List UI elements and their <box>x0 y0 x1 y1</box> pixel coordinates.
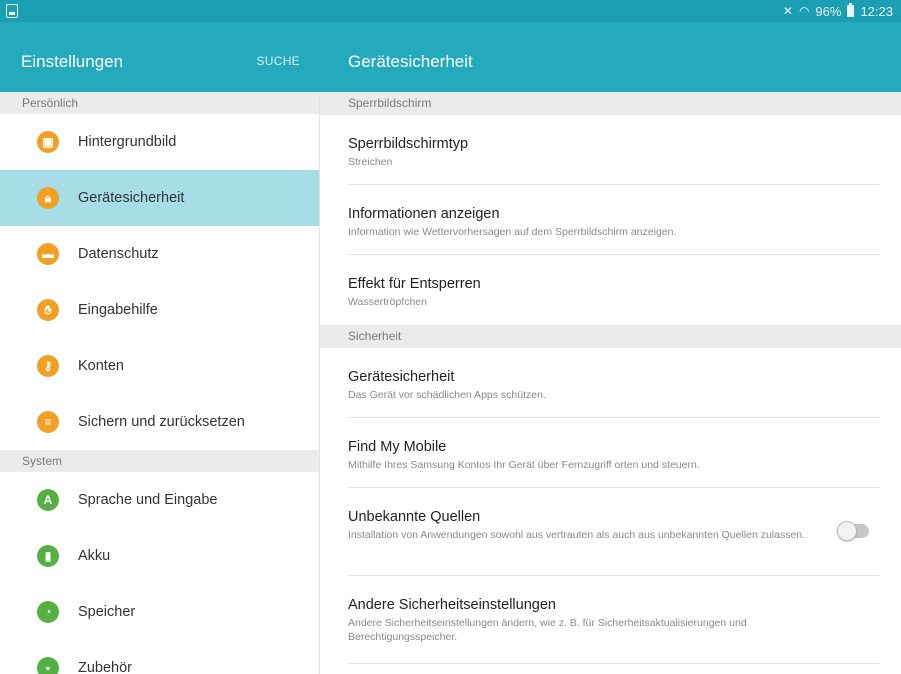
storage-icon: ◔ <box>37 601 59 623</box>
privacy-icon: ▬ <box>37 243 59 265</box>
battery-icon: ▮ <box>37 545 59 567</box>
clock: 12:23 <box>860 3 893 19</box>
setting-subtitle: Information wie Wettervorhersagen auf de… <box>348 226 677 238</box>
setting-subtitle: Mithilfe Ihres Samsung Kontos Ihr Gerät … <box>348 459 700 471</box>
sidebar-item-battery[interactable]: ▮ Akku <box>0 528 319 584</box>
backup-icon: ≡ <box>37 411 59 433</box>
sidebar-item-accessories[interactable]: ▪ Zubehör <box>0 640 319 674</box>
sidebar-item-label: Eingabehilfe <box>78 302 158 318</box>
sidebar-item-label: Speicher <box>78 604 136 620</box>
setting-device-security[interactable]: Gerätesicherheit Das Gerät vor schädlich… <box>348 348 879 418</box>
setting-subtitle: Streichen <box>348 156 393 168</box>
setting-title: Find My Mobile <box>348 439 447 455</box>
accessory-icon: ▪ <box>37 657 59 674</box>
sidebar-item-accounts[interactable]: ⚷ Konten <box>0 338 319 394</box>
sidebar-item-wallpaper[interactable]: ▣ Hintergrundbild <box>0 114 319 170</box>
sidebar-item-storage[interactable]: ◔ Speicher <box>0 584 319 640</box>
toggle-knob <box>837 521 857 541</box>
setting-title: Andere Sicherheitseinstellungen <box>348 597 556 613</box>
sidebar-item-backup-reset[interactable]: ≡ Sichern und zurücksetzen <box>0 394 319 450</box>
setting-title: Effekt für Entsperren <box>348 276 481 292</box>
sidebar-item-privacy[interactable]: ▬ Datenschutz <box>0 226 319 282</box>
sidebar-item-label: Sprache und Eingabe <box>78 492 218 508</box>
setting-find-my-mobile[interactable]: Find My Mobile Mithilfe Ihres Samsung Ko… <box>348 418 879 488</box>
page-title: Gerätesicherheit <box>348 52 473 71</box>
detail-header: Gerätesicherheit <box>320 22 901 92</box>
detail-panel: Sperrbildschirm Sperrbildschirmtyp Strei… <box>320 92 901 674</box>
setting-show-info[interactable]: Informationen anzeigen Information wie W… <box>348 185 879 255</box>
sidebar: Persönlich ▣ Hintergrundbild 🔒︎ Gerätesi… <box>0 92 320 674</box>
battery-percent: 96% <box>815 3 842 19</box>
setting-subtitle: Andere Sicherheitseinstellungen ändern, … <box>348 617 747 643</box>
app-title: Einstellungen <box>21 52 124 71</box>
sidebar-item-label: Sichern und zurücksetzen <box>78 414 245 430</box>
setting-unlock-effect[interactable]: Effekt für Entsperren Wassertröpfchen <box>348 255 879 325</box>
setting-subtitle: Wassertröpfchen <box>348 296 427 308</box>
section-lockscreen: Sperrbildschirm <box>320 92 901 115</box>
setting-title: Unbekannte Quellen <box>348 509 481 525</box>
key-icon: ⚷ <box>37 355 59 377</box>
setting-other-security[interactable]: Andere Sicherheitseinstellungen Andere S… <box>348 576 879 664</box>
setting-unknown-sources[interactable]: Unbekannte Quellen Installation von Anwe… <box>348 488 879 576</box>
status-bar: ✕ ◠ 96% 12:23 <box>0 0 901 22</box>
sidebar-item-language-input[interactable]: A Sprache und Eingabe <box>0 472 319 528</box>
setting-title: Informationen anzeigen <box>348 206 500 222</box>
battery-icon <box>847 3 855 17</box>
setting-lockscreen-type[interactable]: Sperrbildschirmtyp Streichen <box>348 115 879 185</box>
lock-icon: 🔒︎ <box>37 187 59 209</box>
search-button[interactable]: SUCHE <box>256 54 300 68</box>
sidebar-item-accessibility[interactable]: ✋︎ Eingabehilfe <box>0 282 319 338</box>
screenshot-icon <box>6 4 18 18</box>
setting-subtitle: Installation von Anwendungen sowohl aus … <box>348 529 806 541</box>
status-icons: ✕ ◠ 96% 12:23 <box>783 3 893 19</box>
sidebar-item-label: Zubehör <box>78 660 133 674</box>
wifi-icon: ◠ <box>798 4 810 18</box>
sidebar-item-label: Hintergrundbild <box>78 134 177 150</box>
setting-subtitle: Das Gerät vor schädlichen Apps schützen. <box>348 389 546 401</box>
hand-icon: ✋︎ <box>37 299 59 321</box>
unknown-sources-toggle[interactable] <box>837 521 869 541</box>
sidebar-item-label: Konten <box>78 358 124 374</box>
language-icon: A <box>37 489 59 511</box>
mute-icon: ✕ <box>782 4 793 18</box>
sidebar-item-device-security[interactable]: 🔒︎ Gerätesicherheit <box>0 170 319 226</box>
sidebar-section-personal: Persönlich <box>0 92 319 114</box>
wallpaper-icon: ▣ <box>37 131 59 153</box>
settings-header: Einstellungen SUCHE <box>0 22 320 92</box>
sidebar-section-system: System <box>0 450 319 472</box>
sidebar-item-label: Akku <box>78 548 111 564</box>
sidebar-item-label: Datenschutz <box>78 246 159 262</box>
setting-title: Gerätesicherheit <box>348 369 455 385</box>
sidebar-item-label: Gerätesicherheit <box>78 190 185 206</box>
setting-title: Sperrbildschirmtyp <box>348 136 469 152</box>
section-security: Sicherheit <box>320 325 901 348</box>
